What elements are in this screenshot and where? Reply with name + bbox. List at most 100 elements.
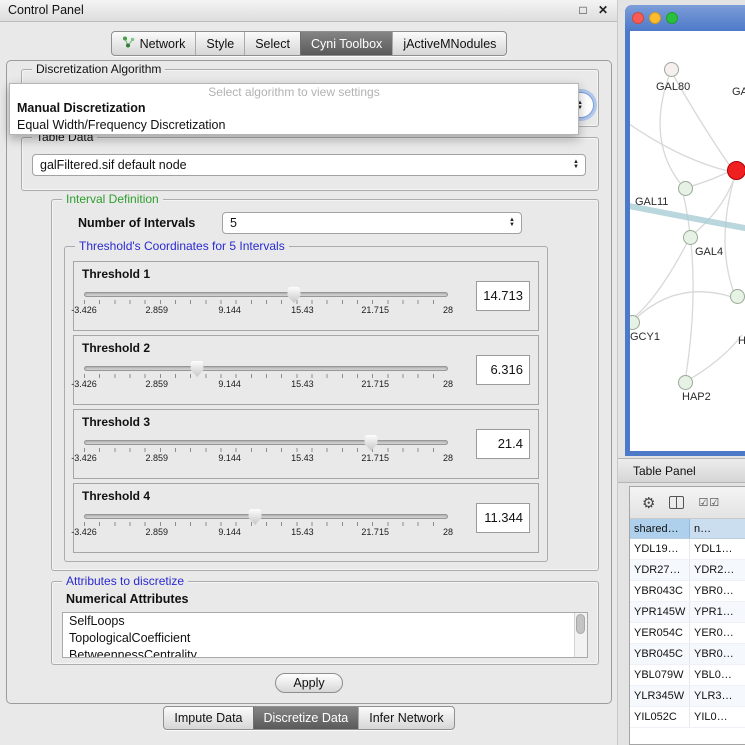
threshold-4-label: Threshold 4 bbox=[82, 489, 150, 503]
threshold-1-slider[interactable]: -3.4262.8599.14415.4321.71528 bbox=[84, 292, 448, 317]
network-icon bbox=[122, 36, 135, 51]
table-cell[interactable]: YDR27… bbox=[630, 560, 690, 580]
column-header-shared-name[interactable]: shared… bbox=[630, 519, 690, 538]
tab-network-label: Network bbox=[140, 37, 186, 51]
attribute-item[interactable]: TopologicalCoefficient bbox=[63, 630, 587, 647]
table-cell[interactable]: YDL1… bbox=[690, 539, 745, 559]
table-cell[interactable]: YPR1… bbox=[690, 602, 745, 622]
table-data-combobox[interactable]: galFiltered.sif default node ▲ ▼ bbox=[32, 154, 586, 176]
tab-impute-data-label: Impute Data bbox=[174, 711, 242, 725]
gear-icon[interactable]: ⚙ bbox=[642, 494, 655, 512]
tick-label: 15.43 bbox=[291, 379, 314, 389]
apply-button[interactable]: Apply bbox=[275, 673, 343, 693]
tab-infer-network[interactable]: Infer Network bbox=[358, 707, 453, 729]
selected-red-network-node[interactable] bbox=[727, 161, 745, 180]
network-view-window: GAL80GAGAL11GAL4GCY1HHAP2 bbox=[625, 5, 745, 456]
tab-infer-network-label: Infer Network bbox=[369, 711, 443, 725]
slider-track[interactable] bbox=[84, 514, 448, 519]
slider-track[interactable] bbox=[84, 440, 448, 445]
combo-arrows-icon: ▲ ▼ bbox=[509, 218, 515, 228]
top-tab-bar: Network Style Select Cyni Toolbox jActiv… bbox=[0, 31, 618, 56]
number-of-intervals-combobox[interactable]: 5 ▲ ▼ bbox=[222, 212, 522, 234]
table-cell[interactable]: YLR345W bbox=[630, 686, 690, 706]
column-header-name[interactable]: n… bbox=[690, 519, 745, 538]
network-node[interactable] bbox=[730, 289, 745, 304]
threshold-2-label: Threshold 2 bbox=[82, 341, 150, 355]
table-cell[interactable]: YER054C bbox=[630, 623, 690, 643]
slider-track[interactable] bbox=[84, 292, 448, 297]
zoom-traffic-light-icon[interactable] bbox=[666, 12, 678, 24]
threshold-1-value-field[interactable]: 14.713 bbox=[476, 281, 530, 311]
attribute-item[interactable]: BetweennessCentrality bbox=[63, 647, 587, 658]
threshold-2-slider[interactable]: -3.4262.8599.14415.4321.71528 bbox=[84, 366, 448, 391]
attribute-item[interactable]: SelfLoops bbox=[63, 613, 587, 630]
table-cell[interactable]: YBL079W bbox=[630, 665, 690, 685]
dropdown-prompt: Select algorithm to view settings bbox=[10, 84, 578, 100]
threshold-4-value-field[interactable]: 11.344 bbox=[476, 503, 530, 533]
network-node[interactable] bbox=[664, 62, 679, 77]
scrollbar-thumb[interactable] bbox=[576, 614, 585, 634]
table-cell[interactable]: YER0… bbox=[690, 623, 745, 643]
table-row[interactable]: YLR345WYLR3… bbox=[630, 686, 745, 707]
algorithm-group-title: Discretization Algorithm bbox=[32, 62, 165, 76]
network-node[interactable] bbox=[683, 230, 698, 245]
table-cell[interactable]: YBR0… bbox=[690, 644, 745, 664]
table-row[interactable]: YBL079WYBL0… bbox=[630, 665, 745, 686]
numerical-attributes-list[interactable]: SelfLoopsTopologicalCoefficientBetweenne… bbox=[62, 612, 588, 658]
table-cell[interactable]: YLR3… bbox=[690, 686, 745, 706]
table-cell[interactable]: YDL19… bbox=[630, 539, 690, 559]
network-canvas[interactable]: GAL80GAGAL11GAL4GCY1HHAP2 bbox=[630, 31, 745, 451]
table-row[interactable]: YIL052CYIL0… bbox=[630, 707, 745, 728]
dropdown-option-manual-discretization[interactable]: Manual Discretization bbox=[10, 100, 578, 117]
table-cell[interactable]: YBR043C bbox=[630, 581, 690, 601]
table-cell[interactable]: YBL0… bbox=[690, 665, 745, 685]
threshold-2-value-field[interactable]: 6.316 bbox=[476, 355, 530, 385]
top-tab-segment: Network Style Select Cyni Toolbox jActiv… bbox=[111, 31, 508, 56]
tab-cyni-toolbox[interactable]: Cyni Toolbox bbox=[300, 32, 392, 55]
threshold-3-slider[interactable]: -3.4262.8599.14415.4321.71528 bbox=[84, 440, 448, 465]
columns-icon[interactable] bbox=[669, 496, 684, 509]
tab-style[interactable]: Style bbox=[195, 32, 244, 55]
table-cell[interactable]: YIL052C bbox=[630, 707, 690, 727]
table-row[interactable]: YER054CYER0… bbox=[630, 623, 745, 644]
tick-label: 15.43 bbox=[291, 305, 314, 315]
network-node[interactable] bbox=[678, 181, 693, 196]
tab-select[interactable]: Select bbox=[244, 32, 300, 55]
tick-label: 9.144 bbox=[218, 453, 241, 463]
table-cell[interactable]: YBR045C bbox=[630, 644, 690, 664]
threshold-4-slider[interactable]: -3.4262.8599.14415.4321.71528 bbox=[84, 514, 448, 539]
network-node[interactable] bbox=[678, 375, 693, 390]
table-row[interactable]: YDR27…YDR2… bbox=[630, 560, 745, 581]
tab-jactivemnodules[interactable]: jActiveMNodules bbox=[392, 32, 506, 55]
table-row[interactable]: YBR043CYBR0… bbox=[630, 581, 745, 602]
tick-label: 15.43 bbox=[291, 527, 314, 537]
minimize-traffic-light-icon[interactable] bbox=[649, 12, 661, 24]
table-cell[interactable]: YBR0… bbox=[690, 581, 745, 601]
tick-label: 9.144 bbox=[218, 379, 241, 389]
tab-impute-data[interactable]: Impute Data bbox=[164, 707, 252, 729]
network-window-titlebar bbox=[625, 5, 745, 31]
column-toggle-icons[interactable]: ☑☑ bbox=[698, 496, 720, 509]
table-row[interactable]: YDL19…YDL1… bbox=[630, 539, 745, 560]
close-traffic-light-icon[interactable] bbox=[632, 12, 644, 24]
attributes-scrollbar[interactable] bbox=[574, 613, 587, 657]
close-icon[interactable]: ✕ bbox=[595, 3, 611, 17]
tab-discretize-data[interactable]: Discretize Data bbox=[253, 707, 359, 729]
tick-label: 28 bbox=[443, 305, 453, 315]
table-cell[interactable]: YPR145W bbox=[630, 602, 690, 622]
slider-track[interactable] bbox=[84, 366, 448, 371]
table-row[interactable]: YPR145WYPR1… bbox=[630, 602, 745, 623]
table-cell[interactable]: YDR2… bbox=[690, 560, 745, 580]
tick-label: 21.715 bbox=[361, 453, 389, 463]
network-node-label: GAL4 bbox=[695, 246, 723, 258]
threshold-3-value-field[interactable]: 21.4 bbox=[476, 429, 530, 459]
tab-network[interactable]: Network bbox=[112, 32, 196, 55]
table-row[interactable]: YBR045CYBR0… bbox=[630, 644, 745, 665]
table-cell[interactable]: YIL0… bbox=[690, 707, 745, 727]
threshold-3-label: Threshold 3 bbox=[82, 415, 150, 429]
threshold-4-panel: Threshold 4 -3.4262.8599.14415.4321.7152… bbox=[73, 483, 539, 553]
algorithm-dropdown-popup: Select algorithm to view settings Manual… bbox=[9, 83, 579, 135]
float-window-icon[interactable]: □ bbox=[575, 3, 591, 17]
dropdown-option-equal-width-frequency[interactable]: Equal Width/Frequency Discretization bbox=[10, 117, 578, 134]
tick-label: -3.426 bbox=[71, 453, 97, 463]
